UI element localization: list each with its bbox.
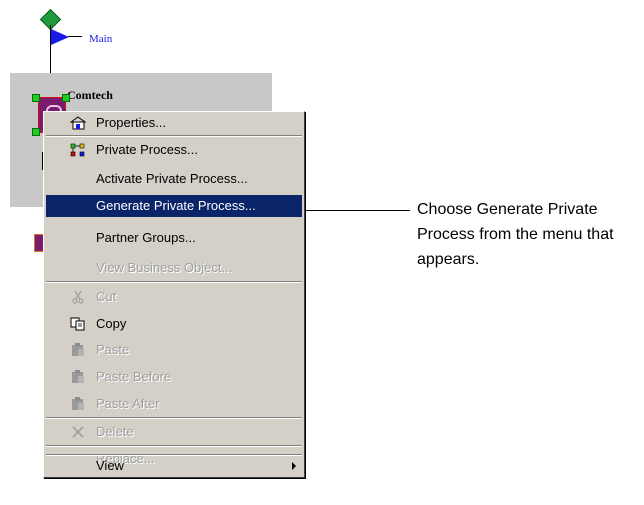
comtech-label: Comtech	[67, 88, 113, 102]
menu-item-view-business-object[interactable]: View Business Object...	[46, 257, 302, 279]
menu-item-partner-groups[interactable]: Partner Groups...	[46, 227, 302, 249]
clipboard-icon	[72, 343, 84, 356]
scissors-icon	[72, 290, 84, 304]
copy-icon	[70, 317, 85, 331]
menu-item-paste[interactable]: Paste	[46, 339, 302, 361]
menu-item-view[interactable]: View	[46, 455, 302, 477]
menu-item-cut[interactable]: Cut	[46, 286, 302, 308]
menu-separator	[46, 417, 302, 419]
menu-separator	[46, 445, 302, 447]
delete-x-icon	[72, 426, 84, 438]
menu-item-label: Partner Groups...	[96, 230, 196, 245]
menu-item-copy[interactable]: Copy	[46, 313, 302, 335]
properties-icon	[70, 116, 86, 130]
menu-item-label: Cut	[96, 289, 117, 304]
menu-item-properties[interactable]: Properties...	[46, 112, 302, 134]
menu-separator	[46, 135, 302, 137]
selection-handle[interactable]	[62, 94, 70, 102]
callout-line	[305, 210, 410, 211]
menu-item-label: Delete	[96, 424, 134, 439]
menu-item-label: Activate Private Process...	[96, 171, 248, 186]
menu-item-label: Paste Before	[96, 369, 172, 384]
callout-text: Choose Generate Private Process from the…	[417, 201, 614, 268]
menu-item-label: Generate Private Process...	[96, 198, 256, 213]
menu-item-label: Copy	[96, 316, 127, 331]
menu-item-activate-private-process[interactable]: Activate Private Process...	[46, 168, 302, 190]
selection-handle[interactable]	[32, 128, 40, 136]
main-label: Main	[89, 33, 113, 45]
menu-item-label: Paste	[96, 342, 130, 357]
menu-item-label: View Business Object...	[96, 260, 233, 275]
flag-connector	[68, 36, 82, 37]
private-process-icon	[70, 143, 85, 157]
menu-item-label: Paste After	[96, 396, 160, 411]
clipboard-icon	[72, 370, 84, 383]
submenu-arrow-icon	[292, 462, 296, 470]
main-flag-icon[interactable]	[51, 29, 69, 45]
menu-item-label: Properties...	[96, 115, 167, 130]
menu-item-label: View	[96, 458, 124, 473]
screenshot-canvas: Main Comtech Properties... Private Proce…	[0, 0, 644, 505]
menu-item-label: Private Process...	[96, 142, 198, 157]
menu-item-paste-after[interactable]: Paste After	[46, 393, 302, 415]
menu-item-delete[interactable]: Delete	[46, 421, 302, 443]
selection-handle[interactable]	[32, 94, 40, 102]
menu-separator	[46, 281, 302, 283]
menu-item-private-process[interactable]: Private Process...	[46, 139, 302, 161]
menu-item-generate-private-process[interactable]: Generate Private Process...	[46, 195, 302, 217]
menu-item-paste-before[interactable]: Paste Before	[46, 366, 302, 388]
context-menu: Properties... Private Process... Activat…	[43, 111, 305, 478]
clipboard-icon	[72, 397, 84, 410]
